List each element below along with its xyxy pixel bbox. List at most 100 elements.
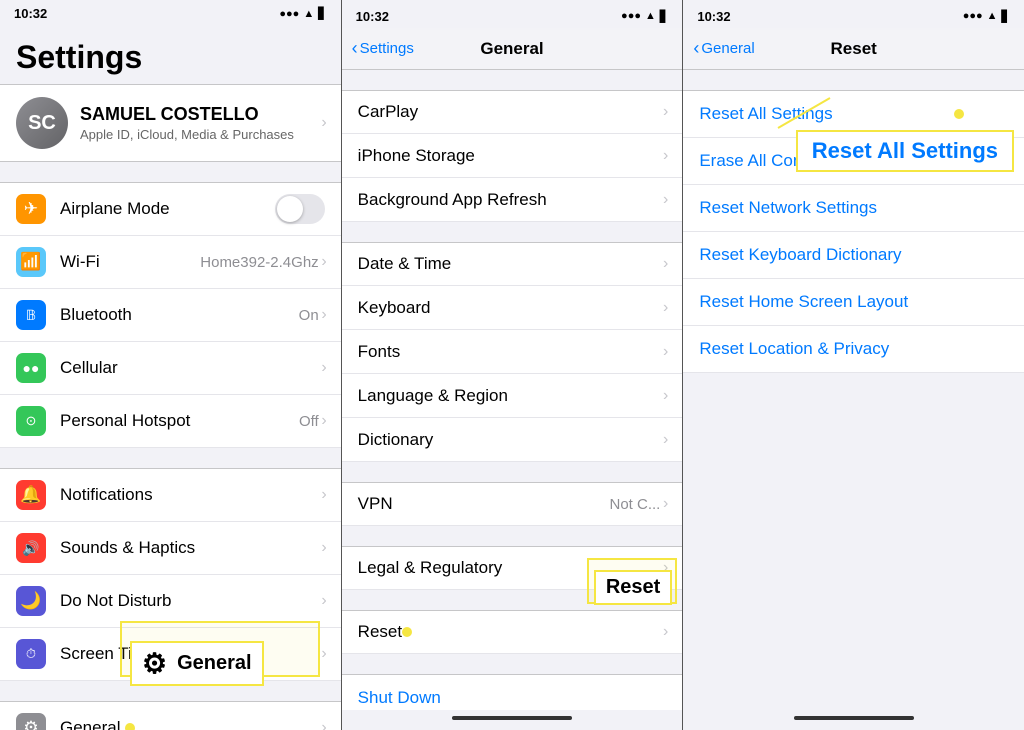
panel3-reset: 10:32 ●●● ▲ ▋ ‹ General Reset Reset All … — [683, 0, 1024, 730]
row-general[interactable]: ⚙ General › — [0, 701, 341, 730]
row-reset-network[interactable]: Reset Network Settings — [683, 185, 1024, 232]
status-bar-2: 10:32 ●●● ▲ ▋ — [342, 0, 683, 28]
cellular-label: Cellular — [60, 358, 325, 378]
airplane-icon: ✈ — [16, 194, 46, 224]
wifi-label: Wi-Fi — [60, 252, 200, 272]
home-bar-2 — [452, 716, 572, 720]
row-airplane[interactable]: ✈ Airplane Mode — [0, 182, 341, 236]
row-fonts[interactable]: Fonts › — [342, 330, 683, 374]
vpn-chevron: › — [663, 495, 668, 513]
notifications-icon: 🔔 — [16, 480, 46, 510]
row-cellular[interactable]: ●● Cellular › — [0, 342, 341, 395]
cellular-icon: ●● — [16, 353, 46, 383]
back-label-2: Settings — [360, 40, 414, 57]
sounds-icon: 🔊 — [16, 533, 46, 563]
reset-all-settings-label: Reset All Settings — [699, 104, 1008, 124]
home-indicator-2 — [342, 710, 683, 730]
vpn-label: VPN — [358, 494, 610, 514]
keyboard-chevron: › — [663, 299, 668, 317]
notifications-label: Notifications — [60, 485, 325, 505]
hotspot-label: Personal Hotspot — [60, 411, 299, 431]
wifi-value: Home392-2.4Ghz — [200, 254, 318, 271]
nav-header-2: ‹ Settings General — [342, 28, 683, 70]
back-button-2[interactable]: ‹ Settings — [352, 38, 414, 59]
row-keyboard[interactable]: Keyboard › — [342, 286, 683, 330]
back-label-3: General — [701, 40, 754, 57]
row-bluetooth[interactable]: 𝔹 Bluetooth On › — [0, 289, 341, 342]
profile-row[interactable]: SC SAMUEL COSTELLO Apple ID, iCloud, Med… — [0, 84, 341, 162]
status-bar-1: 10:32 ●●● ▲ ▋ — [0, 0, 341, 23]
battery-icon-2: ▋ — [660, 10, 668, 23]
connectivity-group: ✈ Airplane Mode 📶 Wi-Fi Home392-2.4Ghz ›… — [0, 182, 341, 448]
row-wifi[interactable]: 📶 Wi-Fi Home392-2.4Ghz › — [0, 236, 341, 289]
screentime-chevron: › — [321, 645, 326, 663]
row-reset-keyboard-dict[interactable]: Reset Keyboard Dictionary — [683, 232, 1024, 279]
fonts-chevron: › — [663, 343, 668, 361]
status-icons-1: ●●● ▲ ▋ — [279, 7, 326, 20]
dnd-icon: 🌙 — [16, 586, 46, 616]
row-datetime[interactable]: Date & Time › — [342, 242, 683, 286]
row-iphone-storage[interactable]: iPhone Storage › — [342, 134, 683, 178]
reset-all-callout-text: Reset All Settings — [812, 138, 998, 163]
dnd-chevron: › — [321, 592, 326, 610]
background-app-label: Background App Refresh — [358, 190, 667, 210]
battery-icon-1: ▋ — [318, 7, 326, 20]
general-group2: Date & Time › Keyboard › Fonts › Languag… — [342, 242, 683, 462]
general-label: General — [60, 718, 325, 730]
status-icons-2: ●●● ▲ ▋ — [621, 10, 668, 23]
row-vpn[interactable]: VPN Not C... › — [342, 482, 683, 526]
settings-title-bar: Settings — [0, 23, 341, 84]
notifications-chevron: › — [321, 486, 326, 504]
datetime-chevron: › — [663, 255, 668, 273]
row-language[interactable]: Language & Region › — [342, 374, 683, 418]
sounds-label: Sounds & Haptics — [60, 538, 325, 558]
time-3: 10:32 — [697, 9, 730, 24]
row-background-app[interactable]: Background App Refresh › — [342, 178, 683, 222]
back-button-3[interactable]: ‹ General — [693, 38, 754, 59]
airplane-toggle[interactable] — [275, 194, 325, 224]
row-notifications[interactable]: 🔔 Notifications › — [0, 468, 341, 522]
row-hotspot[interactable]: ⊙ Personal Hotspot Off › — [0, 395, 341, 448]
bluetooth-value: On — [299, 307, 319, 324]
row-carplay[interactable]: CarPlay › — [342, 90, 683, 134]
wifi-icon-3: ▲ — [987, 10, 998, 22]
reset-all-callout: Reset All Settings — [796, 130, 1014, 172]
reset-label: Reset — [358, 622, 667, 642]
row-screentime[interactable]: ⏱ Screen Time › — [0, 628, 341, 681]
row-reset[interactable]: Reset › — [342, 610, 683, 654]
general-group: ⚙ General › ⊞ Control Center › Aa Displa… — [0, 701, 341, 730]
language-label: Language & Region — [358, 386, 667, 406]
hotspot-chevron: › — [321, 412, 326, 430]
panel2-title: General — [480, 39, 543, 59]
signal-icon-2: ●●● — [621, 10, 641, 22]
dictionary-chevron: › — [663, 431, 668, 449]
general-group3: VPN Not C... › — [342, 482, 683, 526]
dnd-label: Do Not Disturb — [60, 591, 325, 611]
row-sounds[interactable]: 🔊 Sounds & Haptics › — [0, 522, 341, 575]
bluetooth-label: Bluetooth — [60, 305, 299, 325]
shutdown-row[interactable]: Shut Down — [342, 674, 683, 710]
row-legal[interactable]: Legal & Regulatory › — [342, 546, 683, 590]
avatar-initials: SC — [28, 112, 56, 135]
reset-section: Reset All Settings Erase All Content and… — [683, 90, 1024, 373]
row-dictionary[interactable]: Dictionary › — [342, 418, 683, 462]
row-reset-location[interactable]: Reset Location & Privacy — [683, 326, 1024, 373]
row-dnd[interactable]: 🌙 Do Not Disturb › — [0, 575, 341, 628]
panel1-settings: 10:32 ●●● ▲ ▋ Settings SC SAMUEL COSTELL… — [0, 0, 342, 730]
nav-header-3: ‹ General Reset — [683, 28, 1024, 70]
datetime-label: Date & Time — [358, 254, 667, 274]
dictionary-label: Dictionary — [358, 430, 667, 450]
row-reset-home-screen[interactable]: Reset Home Screen Layout — [683, 279, 1024, 326]
profile-chevron: › — [321, 114, 326, 132]
profile-name: SAMUEL COSTELLO — [80, 104, 294, 125]
carplay-label: CarPlay — [358, 102, 667, 122]
reset-keyboard-dict-label: Reset Keyboard Dictionary — [699, 245, 1008, 265]
notifications-group: 🔔 Notifications › 🔊 Sounds & Haptics › 🌙… — [0, 468, 341, 681]
home-bar-3 — [794, 716, 914, 720]
avatar: SC — [16, 97, 68, 149]
general-group4: Legal & Regulatory › — [342, 546, 683, 590]
carplay-chevron: › — [663, 103, 668, 121]
wifi-icon: 📶 — [16, 247, 46, 277]
cellular-chevron: › — [321, 359, 326, 377]
profile-info: SAMUEL COSTELLO Apple ID, iCloud, Media … — [80, 104, 294, 142]
